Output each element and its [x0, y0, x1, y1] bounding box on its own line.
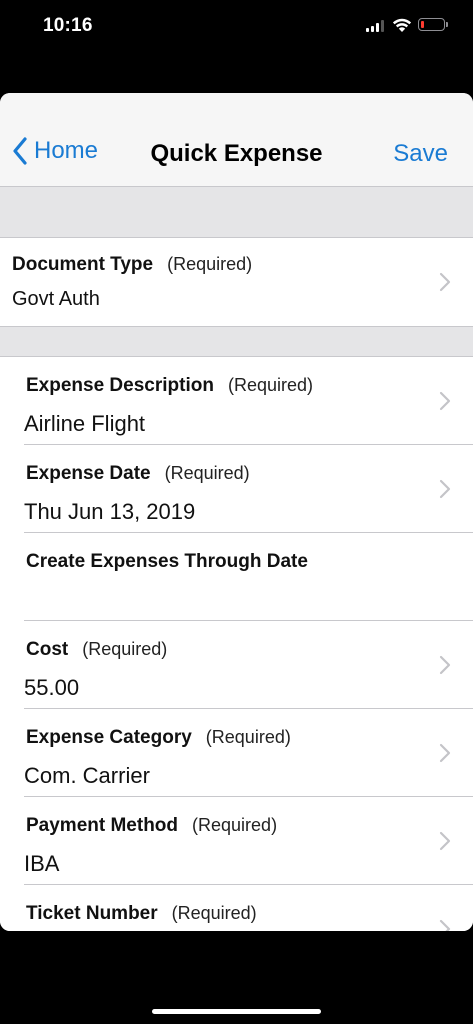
field-value: 55.00: [24, 675, 80, 700]
payment-method-row[interactable]: Payment Method (Required) IBA: [0, 797, 473, 885]
save-button[interactable]: Save: [393, 140, 448, 168]
document-type-label: Document Type: [12, 254, 154, 275]
required-tag: (Required): [171, 903, 257, 923]
field-label: Expense Category: [26, 727, 192, 748]
chevron-right-icon: [439, 743, 451, 763]
chevron-right-icon: [439, 831, 451, 851]
expense-field-list: Expense Description (Required) Airline F…: [0, 357, 473, 931]
cost-row[interactable]: Cost (Required) 55.00: [0, 621, 473, 709]
chevron-right-icon: [439, 391, 451, 411]
field-label: Expense Date: [26, 463, 151, 484]
battery-icon: [418, 18, 445, 31]
field-label: Cost: [26, 639, 69, 660]
status-time: 10:16: [43, 15, 93, 36]
chevron-right-icon: [439, 272, 451, 292]
document-type-row[interactable]: Document Type (Required) Govt Auth: [0, 238, 473, 326]
quick-expense-sheet: Home Quick Expense Save Document Type (R…: [0, 93, 473, 931]
cellular-signal-icon: [366, 20, 386, 32]
required-tag: (Required): [167, 254, 253, 274]
field-value: Com. Carrier: [24, 763, 150, 788]
required-tag: (Required): [227, 375, 313, 395]
navigation-bar: Home Quick Expense Save: [0, 93, 473, 187]
section-spacer: [0, 326, 473, 357]
battery-level: [421, 21, 424, 28]
required-tag: (Required): [192, 815, 278, 835]
chevron-right-icon: [439, 655, 451, 675]
battery-tip: [446, 22, 448, 27]
document-type-value: Govt Auth: [12, 288, 100, 310]
required-tag: (Required): [205, 727, 291, 747]
section-spacer: [0, 187, 473, 238]
field-label: Ticket Number: [26, 903, 158, 924]
through-date-row[interactable]: Create Expenses Through Date: [0, 533, 473, 621]
field-label: Create Expenses Through Date: [26, 551, 308, 572]
chevron-right-icon: [439, 479, 451, 499]
chevron-right-icon: [439, 919, 451, 931]
wifi-icon: [392, 18, 412, 32]
field-value: Thu Jun 13, 2019: [24, 499, 196, 524]
expense-description-row[interactable]: Expense Description (Required) Airline F…: [0, 357, 473, 445]
field-value: Airline Flight: [24, 411, 146, 436]
status-bar: 10:16: [0, 0, 473, 52]
field-label: Payment Method: [26, 815, 179, 836]
phone-screen: 10:16 Home Quick Expense Save Document T…: [0, 0, 473, 1024]
required-tag: (Required): [82, 639, 168, 659]
expense-category-row[interactable]: Expense Category (Required) Com. Carrier: [0, 709, 473, 797]
field-label: Expense Description: [26, 375, 214, 396]
ticket-number-row[interactable]: Ticket Number (Required): [0, 885, 473, 931]
required-tag: (Required): [164, 463, 250, 483]
home-indicator[interactable]: [152, 1009, 321, 1014]
expense-date-row[interactable]: Expense Date (Required) Thu Jun 13, 2019: [0, 445, 473, 533]
field-value: IBA: [24, 851, 60, 876]
